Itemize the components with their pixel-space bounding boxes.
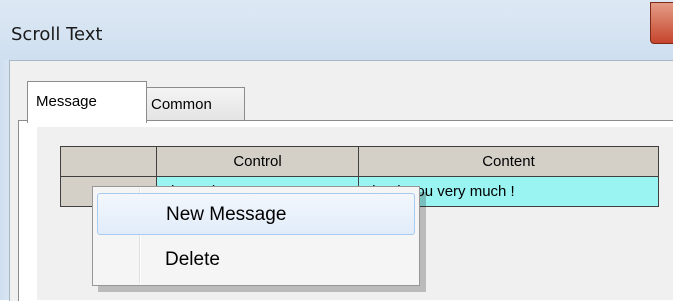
menu-item-delete[interactable]: Delete	[97, 239, 415, 281]
tab-common-label: Common	[151, 96, 212, 113]
title-bar: Scroll Text	[0, 0, 673, 60]
window-frame-left	[0, 60, 9, 300]
column-header-index[interactable]	[60, 146, 157, 177]
close-button[interactable]	[650, 2, 673, 44]
column-header-control[interactable]: Control	[156, 146, 359, 177]
context-menu: New Message Delete	[92, 186, 420, 286]
menu-item-new-message[interactable]: New Message	[97, 193, 415, 235]
tab-common[interactable]: Common	[145, 87, 245, 120]
menu-item-delete-label: Delete	[165, 249, 220, 270]
column-header-content[interactable]: Content	[358, 146, 659, 177]
window-title: Scroll Text	[11, 24, 103, 45]
tab-message-label: Message	[36, 93, 97, 110]
menu-item-new-message-label: New Message	[166, 204, 287, 225]
tab-message[interactable]: Message	[27, 81, 147, 123]
